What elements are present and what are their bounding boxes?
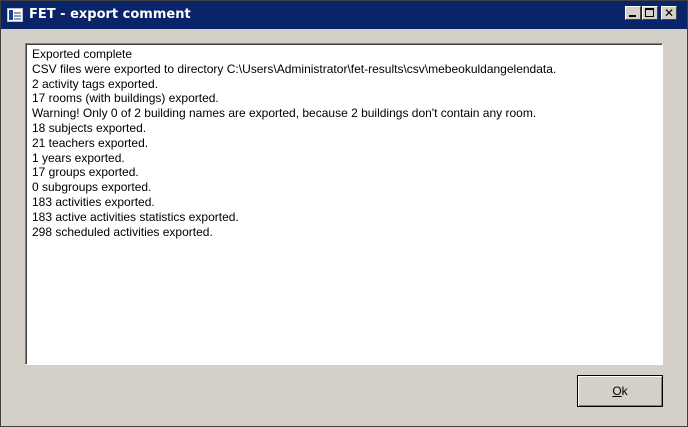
window-title: FET - export comment (29, 7, 191, 22)
log-line: 2 activity tags exported. (32, 76, 159, 91)
log-line: 21 teachers exported. (32, 135, 149, 150)
export-comment-dialog: FET - export comment ✕ Exported complete… (0, 0, 688, 427)
log-line: 298 scheduled activities exported. (32, 224, 213, 239)
log-line: 0 subgroups exported. (32, 180, 152, 195)
close-button[interactable]: ✕ (661, 6, 677, 20)
log-line: 17 rooms (with buildings) exported. (32, 91, 219, 106)
export-log: Exported complete CSV files were exporte… (26, 44, 662, 239)
ok-button[interactable]: Ok (577, 375, 663, 407)
ok-mnemonic: O (612, 384, 622, 398)
title-bar[interactable]: FET - export comment ✕ (1, 1, 687, 29)
log-line: Exported complete (32, 47, 133, 61)
log-line: 183 activities exported. (32, 194, 155, 209)
log-line: 183 active activities statistics exporte… (32, 209, 239, 224)
close-icon: ✕ (663, 6, 675, 20)
log-line: 18 subjects exported. (32, 120, 147, 135)
app-icon (7, 8, 23, 22)
ok-label-rest: k (621, 384, 628, 398)
log-line: 17 groups exported. (32, 165, 139, 180)
log-line: CSV files were exported to directory C:\… (32, 61, 557, 76)
export-log-textarea[interactable]: Exported complete CSV files were exporte… (25, 43, 663, 365)
log-line: 1 years exported. (32, 150, 125, 165)
log-line: Warning! Only 0 of 2 building names are … (32, 106, 537, 121)
maximize-button[interactable] (642, 6, 658, 20)
minimize-button[interactable] (625, 6, 641, 20)
